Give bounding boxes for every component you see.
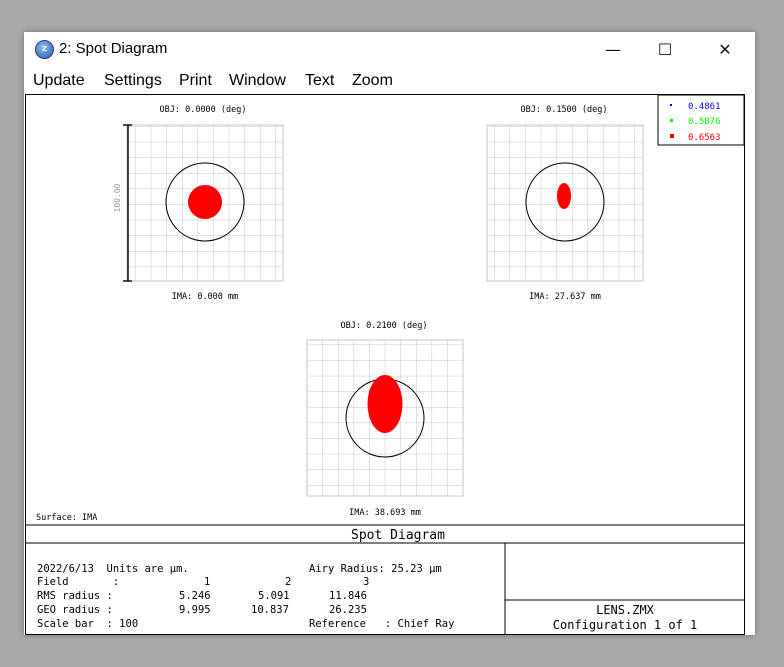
footer-rms-3: 11.846: [329, 590, 367, 602]
plot-area: OBJ: 0.0000 (deg) 100.00 IMA: 0.000 mm O…: [25, 94, 745, 635]
spot-diagram-canvas: OBJ: 0.0000 (deg) 100.00 IMA: 0.000 mm O…: [26, 95, 744, 634]
menu-print[interactable]: Print: [179, 72, 212, 90]
maximize-button[interactable]: ☐: [642, 32, 688, 68]
close-button[interactable]: ✕: [702, 32, 748, 68]
legend-marker-1: [670, 104, 672, 106]
spot-3-obj-label: OBJ: 0.2100 (deg): [341, 321, 428, 331]
zemax-app-icon[interactable]: Z: [35, 40, 54, 59]
menu-update[interactable]: Update: [33, 72, 85, 90]
footer-field-3: 3: [363, 576, 370, 588]
minimize-button[interactable]: —: [590, 32, 636, 68]
lens-file-name: LENS.ZMX: [596, 603, 655, 617]
legend-label-3: 0.6563: [688, 133, 721, 143]
menu-window[interactable]: Window: [229, 72, 286, 90]
spot-1-ima-label: IMA: 0.000 mm: [172, 292, 239, 302]
spot-3-ray-pattern: [367, 375, 403, 433]
window-title: 2: Spot Diagram: [59, 40, 168, 57]
footer-field-label: Field :: [37, 576, 120, 588]
menu-bar: Update Settings Print Window Text Zoom: [24, 68, 755, 94]
footer-geo-label: GEO radius :: [37, 604, 113, 616]
spot-2-obj-label: OBJ: 0.1500 (deg): [521, 105, 608, 115]
footer-rms-2: 5.091: [258, 590, 290, 602]
menu-text[interactable]: Text: [305, 72, 334, 90]
footer-geo-3: 26.235: [329, 604, 367, 616]
legend-marker-3: [670, 134, 674, 138]
footer-geo-2: 10.837: [251, 604, 289, 616]
footer-date-units: 2022/6/13 Units are µm.: [37, 563, 189, 575]
spot-panel-2: OBJ: 0.1500 (deg) IMA: 27.637 mm: [486, 105, 644, 302]
menu-settings[interactable]: Settings: [104, 72, 162, 90]
menu-zoom[interactable]: Zoom: [352, 72, 393, 90]
spot-panel-1: OBJ: 0.0000 (deg) 100.00 IMA: 0.000 mm: [113, 105, 284, 302]
footer-reference: Reference : Chief Ray: [309, 618, 455, 630]
footer-rms-1: 5.246: [179, 590, 211, 602]
spot-1-ray-pattern: [188, 185, 222, 219]
footer-geo-1: 9.995: [179, 604, 211, 616]
spot-2-ima-label: IMA: 27.637 mm: [529, 292, 601, 302]
footer-rms-label: RMS radius :: [37, 590, 113, 602]
legend-marker-2: [670, 119, 673, 122]
surface-label: Surface: IMA: [36, 513, 97, 523]
footer-title: Spot Diagram: [351, 528, 445, 543]
legend-label-1: 0.4861: [688, 102, 721, 112]
footer-scale-bar: Scale bar : 100: [37, 618, 139, 630]
spot-diagram-window: Z 2: Spot Diagram — ☐ ✕ Update Settings …: [24, 32, 755, 635]
configuration-label: Configuration 1 of 1: [553, 618, 698, 632]
wavelength-legend: 0.4861 0.5876 0.6563: [657, 95, 744, 146]
spot-1-obj-label: OBJ: 0.0000 (deg): [160, 105, 247, 115]
legend-label-2: 0.5876: [688, 117, 721, 127]
title-bar[interactable]: Z 2: Spot Diagram — ☐ ✕: [24, 32, 755, 68]
footer-airy-radius: Airy Radius: 25.23 µm: [309, 563, 442, 575]
footer-field-1: 1: [204, 576, 211, 588]
footer-field-2: 2: [285, 576, 292, 588]
spot-2-ray-pattern: [557, 183, 571, 209]
spot-panel-3: OBJ: 0.2100 (deg) IMA: 38.693 mm: [306, 321, 464, 518]
spot-1-scale-label: 100.00: [113, 183, 122, 212]
spot-3-ima-label: IMA: 38.693 mm: [349, 508, 421, 518]
